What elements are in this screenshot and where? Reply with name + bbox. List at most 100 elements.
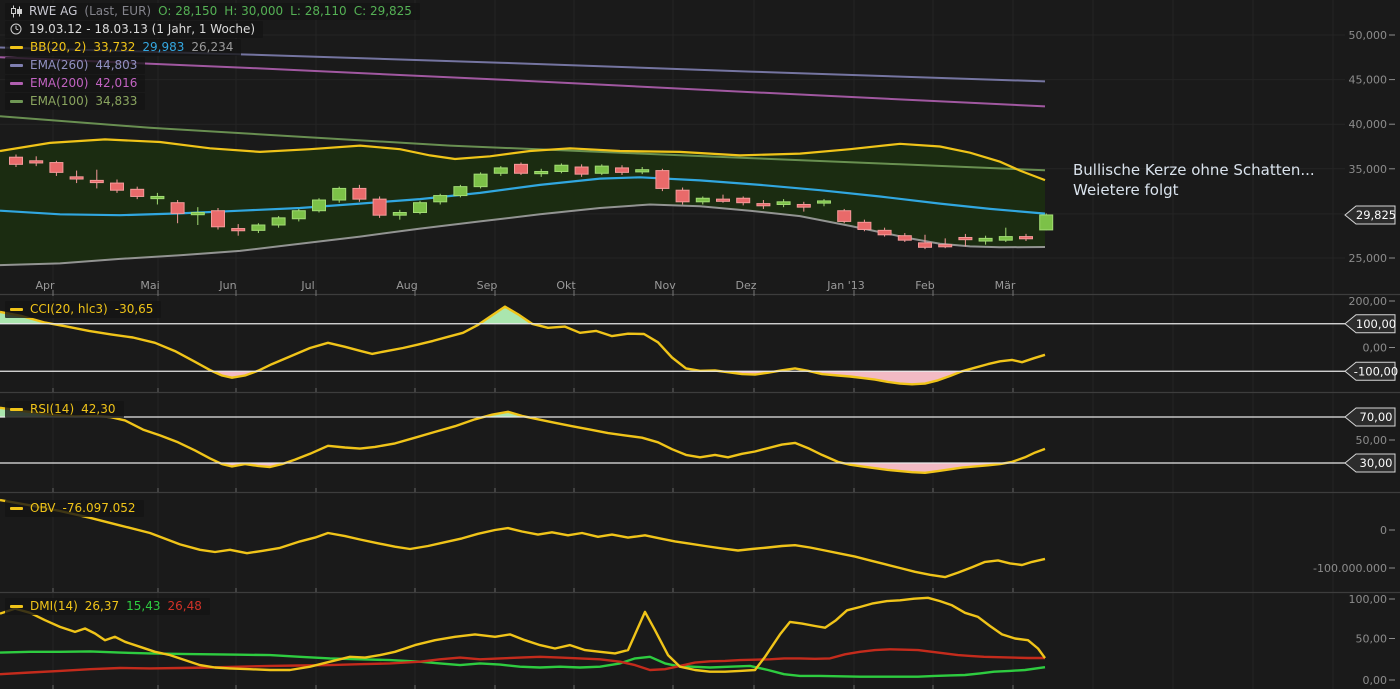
axis-label: 45,000 xyxy=(1349,74,1388,87)
ema200-legend-row[interactable]: EMA(200) 42,016 xyxy=(5,75,146,92)
axis-label: 200,00 xyxy=(1349,295,1388,308)
candlestick-icon xyxy=(10,5,22,18)
candle xyxy=(433,195,448,203)
ema260-name: EMA(260) xyxy=(30,58,89,72)
candle xyxy=(9,156,23,165)
candle xyxy=(1039,214,1054,231)
date-range-row[interactable]: 19.03.12 - 18.03.13 (1 Jahr, 1 Woche) xyxy=(5,21,264,38)
bb-line-icon xyxy=(10,45,23,49)
candle xyxy=(29,160,44,164)
instrument-name: RWE AG xyxy=(29,4,78,18)
rsi-legend[interactable]: RSI(14) 42,30 xyxy=(5,401,124,418)
candle xyxy=(857,221,872,230)
candle xyxy=(574,166,589,175)
candle xyxy=(998,236,1013,241)
bb-legend-row[interactable]: BB(20, 2) 33,732 29,983 26,234 xyxy=(5,39,242,56)
ohlc-close: C: 29,825 xyxy=(353,4,412,18)
candle xyxy=(251,224,266,231)
charting-app: 50,000 45,000 40,000 35,000 25,000 29,825 200,… xyxy=(0,0,1400,689)
chart-annotation[interactable]: Bullische Kerze ohne Schatten... Weieter… xyxy=(1073,160,1315,200)
ema260-legend-row[interactable]: EMA(260) 44,803 xyxy=(5,57,146,74)
ohlc-high: H: 30,000 xyxy=(224,4,284,18)
candle xyxy=(554,164,569,172)
axis-label: 35,000 xyxy=(1349,163,1388,176)
clock-icon xyxy=(10,23,22,35)
instrument-legend-row[interactable]: RWE AG (Last, EUR) O: 28,150 H: 30,000 L… xyxy=(5,3,420,20)
candle xyxy=(716,198,730,202)
rsi-axis[interactable]: 50,00 70,00 30,00 xyxy=(1344,407,1396,473)
date-range-label: 19.03.12 - 18.03.13 (1 Jahr, 1 Woche) xyxy=(29,22,256,36)
obv-legend[interactable]: OBV -76.097.052 xyxy=(5,500,144,517)
candle xyxy=(918,242,932,248)
ohlc-open: O: 28,150 xyxy=(158,4,218,18)
month-label: Mai xyxy=(140,279,159,292)
candle xyxy=(978,237,993,242)
axis-label: 50,00 xyxy=(1356,434,1388,447)
candle xyxy=(110,182,124,191)
candle xyxy=(736,197,751,204)
candle xyxy=(150,195,165,200)
candle xyxy=(796,203,811,208)
rsi-value: 42,30 xyxy=(81,402,116,416)
svg-text:70,00: 70,00 xyxy=(1360,410,1393,424)
candle xyxy=(190,212,205,216)
candle xyxy=(655,170,670,189)
axis-badge: 29,825 xyxy=(1344,205,1396,225)
candle xyxy=(291,210,306,220)
bollinger-band-fill xyxy=(0,139,1045,266)
ema100-value: 34,833 xyxy=(95,94,138,108)
candle xyxy=(413,202,427,214)
axis-badge: -100,00 xyxy=(1344,361,1398,381)
candle xyxy=(231,228,246,232)
candle xyxy=(615,167,629,173)
cci-legend[interactable]: CCI(20, hlc3) -30,65 xyxy=(5,301,162,318)
candle xyxy=(211,210,225,228)
axis-badge: 100,00 xyxy=(1344,314,1396,334)
month-label: Sep xyxy=(477,279,498,292)
svg-text:30,00: 30,00 xyxy=(1360,456,1393,470)
axis-label: 100,00 xyxy=(1349,593,1388,606)
ema100-name: EMA(100) xyxy=(30,94,89,108)
candle xyxy=(938,244,953,248)
ema100-legend-row[interactable]: EMA(100) 34,833 xyxy=(5,93,146,110)
obv-line xyxy=(0,498,1046,579)
month-label: Jul xyxy=(300,279,314,292)
obv-axis[interactable]: 0 -100.000.000 xyxy=(1313,524,1395,575)
candle xyxy=(130,188,145,197)
candle xyxy=(877,229,892,236)
candle xyxy=(534,170,549,175)
annotation-line2: Weietere folgt xyxy=(1073,181,1179,199)
candle xyxy=(453,186,468,197)
ohlc-low: L: 28,110 xyxy=(290,4,347,18)
time-axis[interactable]: Apr Mai Jun Jul Aug Sep Okt Nov Dez Jan '13 Feb Mär xyxy=(35,279,1016,689)
bb-middle-value: 29,983 xyxy=(142,40,185,54)
obv-panel[interactable] xyxy=(0,498,1046,579)
cci-value: -30,65 xyxy=(114,302,154,316)
dmi-axis[interactable]: 100,00 50,00 0,00 xyxy=(1349,593,1396,687)
dmi-legend[interactable]: DMI(14) 26,37 15,43 26,48 xyxy=(5,598,210,615)
candle xyxy=(473,173,488,188)
cci-axis[interactable]: 200,00 0,00 100,00 -100,00 xyxy=(1344,295,1398,381)
axis-label: 50,000 xyxy=(1349,29,1388,42)
dmi-name: DMI(14) xyxy=(30,599,78,613)
candle xyxy=(675,189,690,203)
candle xyxy=(635,169,650,173)
axis-label: 0 xyxy=(1380,524,1387,537)
axis-badge: 70,00 xyxy=(1344,407,1396,427)
svg-text:100,00: 100,00 xyxy=(1356,317,1396,331)
candle xyxy=(69,176,84,180)
svg-text:29,825: 29,825 xyxy=(1356,208,1396,222)
axis-label: 40,000 xyxy=(1349,118,1388,131)
obv-line-icon xyxy=(10,506,23,510)
axis-badge: 30,00 xyxy=(1344,453,1396,473)
instrument-series-type: (Last, EUR) xyxy=(84,4,152,18)
right-price-axis[interactable]: 50,000 45,000 40,000 35,000 25,000 29,825 xyxy=(1344,29,1396,265)
month-label: Jan '13 xyxy=(826,279,864,292)
svg-text:-100,00: -100,00 xyxy=(1354,364,1398,378)
candle xyxy=(312,199,326,212)
candle xyxy=(372,198,387,216)
obv-name: OBV xyxy=(30,501,56,515)
candle xyxy=(958,236,973,241)
dmi-adx-value: 26,37 xyxy=(84,599,120,613)
month-label: Feb xyxy=(915,279,934,292)
